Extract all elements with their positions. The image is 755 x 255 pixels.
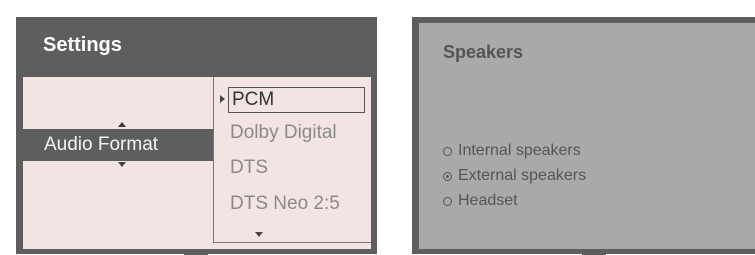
audio-format-label: Audio Format xyxy=(44,134,159,155)
settings-body: Audio Format PCM Dolby Digital DTS DTS N… xyxy=(23,77,371,249)
format-option-dts[interactable]: DTS xyxy=(230,157,268,179)
speaker-option-label: Headset xyxy=(458,192,518,209)
speakers-body: Speakers Internal speakers External spea… xyxy=(419,23,755,249)
speaker-option-label: External speakers xyxy=(458,167,587,184)
radio-unchecked-icon[interactable] xyxy=(443,146,452,156)
speakers-title: Speakers xyxy=(443,42,524,62)
radio-unchecked-icon[interactable] xyxy=(443,196,452,206)
audio-format-setting[interactable]: Audio Format xyxy=(23,129,213,161)
format-list-down-arrow-icon[interactable] xyxy=(255,232,263,237)
audio-format-down-arrow-icon[interactable] xyxy=(118,162,126,167)
speaker-option-headset[interactable]: Headset xyxy=(443,192,518,210)
speaker-option-label: Internal speakers xyxy=(458,142,581,159)
speakers-screen: Speakers Internal speakers External spea… xyxy=(412,17,755,254)
format-option-dts-neo[interactable]: DTS Neo 2:5 xyxy=(230,193,340,215)
settings-screen: Settings Audio Format PCM Dolby Digital … xyxy=(16,17,377,254)
speaker-option-internal[interactable]: Internal speakers xyxy=(443,142,581,160)
format-option-pcm[interactable]: PCM xyxy=(232,89,274,111)
format-option-dolby-digital[interactable]: Dolby Digital xyxy=(230,122,337,144)
selection-pointer-icon xyxy=(220,95,225,103)
radio-checked-icon[interactable] xyxy=(443,171,452,181)
settings-header: Settings xyxy=(23,17,371,77)
speaker-option-external[interactable]: External speakers xyxy=(443,167,586,185)
audio-format-up-arrow-icon[interactable] xyxy=(118,122,126,127)
audio-format-list: PCM Dolby Digital DTS DTS Neo 2:5 xyxy=(213,77,371,243)
settings-title: Settings xyxy=(43,34,122,56)
